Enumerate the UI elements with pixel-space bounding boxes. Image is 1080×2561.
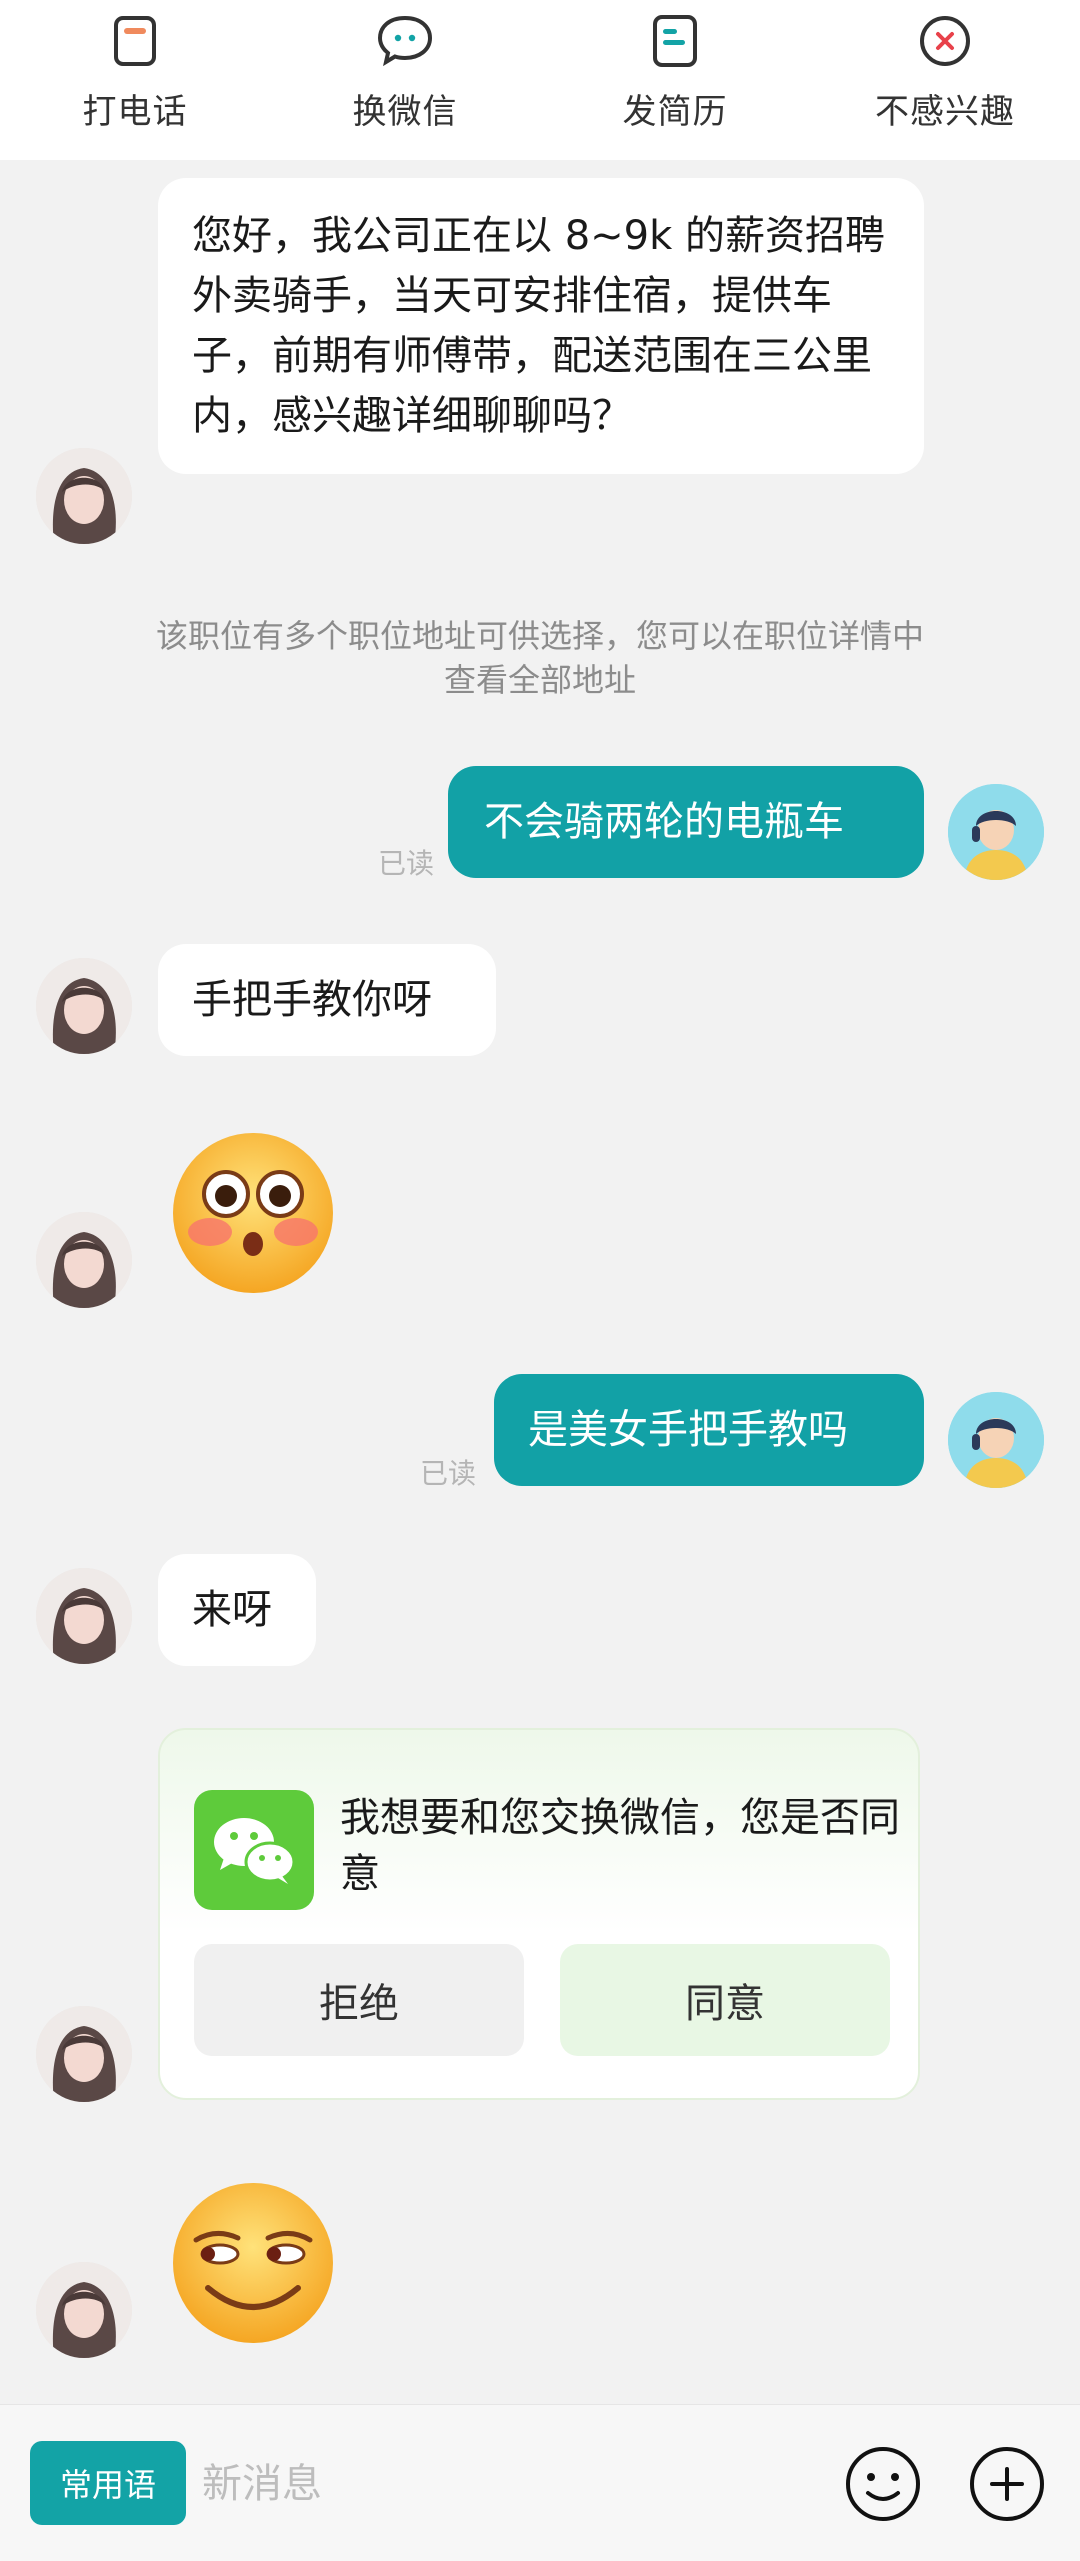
recruiter-avatar-photo-icon xyxy=(36,2006,132,2102)
recruiter-avatar[interactable] xyxy=(36,958,132,1054)
my-avatar-icon xyxy=(948,784,1044,880)
call-label: 打电话 xyxy=(82,92,188,132)
smiley-icon[interactable] xyxy=(844,2445,922,2523)
my-avatar[interactable] xyxy=(948,784,1044,880)
top-action-bar: 打电话 换微信 发简历 不感兴趣 xyxy=(0,0,1080,160)
message-text: 您好，我公司正在以 8~9k 的薪资招聘外卖骑手，当天可安排住宿，提供车子，前期… xyxy=(192,213,886,439)
read-status: 已读 xyxy=(420,1457,477,1490)
recruiter-avatar[interactable] xyxy=(36,1568,132,1664)
not-interested-icon xyxy=(920,16,970,66)
recruiter-avatar-photo-icon xyxy=(36,1212,132,1308)
system-notice: 该职位有多个职位地址可供选择，您可以在职位详情中查看全部地址 xyxy=(155,617,924,699)
message-text: 不会骑两轮的电瓶车 xyxy=(484,799,844,845)
recruiter-avatar-photo-icon xyxy=(36,1568,132,1664)
recruiter-avatar-photo-icon xyxy=(36,2262,132,2358)
read-status: 已读 xyxy=(378,847,435,880)
flushed-face-emoji xyxy=(173,1133,333,1293)
recruiter-avatar-photo-icon xyxy=(36,448,132,544)
smirk-face-emoji xyxy=(173,2183,333,2343)
send-resume-label: 发简历 xyxy=(622,92,728,132)
agree-button[interactable]: 同意 xyxy=(560,1944,890,2056)
message-text: 手把手教你呀 xyxy=(192,977,432,1023)
not-interested-button[interactable]: 不感兴趣 xyxy=(810,0,1080,160)
resume-icon xyxy=(653,15,697,67)
message-input[interactable] xyxy=(200,2441,804,2527)
wechat-exchange-card: 我想要和您交换微信，您是否同意 拒绝 同意 xyxy=(158,1728,920,2100)
wechat-logo-icon xyxy=(194,1790,314,1910)
message-bubble-received: 来呀 xyxy=(158,1554,316,1666)
phone-icon xyxy=(114,16,156,66)
message-text: 来呀 xyxy=(192,1587,272,1633)
exchange-wechat-label: 换微信 xyxy=(352,92,458,132)
recruiter-avatar-photo-icon xyxy=(36,958,132,1054)
my-avatar-icon xyxy=(948,1392,1044,1488)
call-button[interactable]: 打电话 xyxy=(0,0,270,160)
message-text: 是美女手把手教吗 xyxy=(528,1407,848,1453)
message-bubble-sent: 不会骑两轮的电瓶车 xyxy=(448,766,924,878)
message-input-bar: 常用语 xyxy=(0,2404,1080,2561)
exchange-wechat-button[interactable]: 换微信 xyxy=(270,0,540,160)
not-interested-label: 不感兴趣 xyxy=(875,92,1015,132)
wechat-request-text: 我想要和您交换微信，您是否同意 xyxy=(340,1795,900,1897)
message-bubble-job-offer: 您好，我公司正在以 8~9k 的薪资招聘外卖骑手，当天可安排住宿，提供车子，前期… xyxy=(158,178,924,474)
reject-button[interactable]: 拒绝 xyxy=(194,1944,524,2056)
recruiter-avatar[interactable] xyxy=(36,2006,132,2102)
common-phrases-button[interactable]: 常用语 xyxy=(30,2441,186,2525)
recruiter-avatar[interactable] xyxy=(36,1212,132,1308)
recruiter-avatar[interactable] xyxy=(36,448,132,544)
plus-icon[interactable] xyxy=(968,2445,1046,2523)
message-bubble-sent: 是美女手把手教吗 xyxy=(494,1374,924,1486)
message-bubble-received: 手把手教你呀 xyxy=(158,944,496,1056)
recruiter-avatar[interactable] xyxy=(36,2262,132,2358)
send-resume-button[interactable]: 发简历 xyxy=(540,0,810,160)
wechat-icon xyxy=(377,15,433,67)
my-avatar[interactable] xyxy=(948,1392,1044,1488)
